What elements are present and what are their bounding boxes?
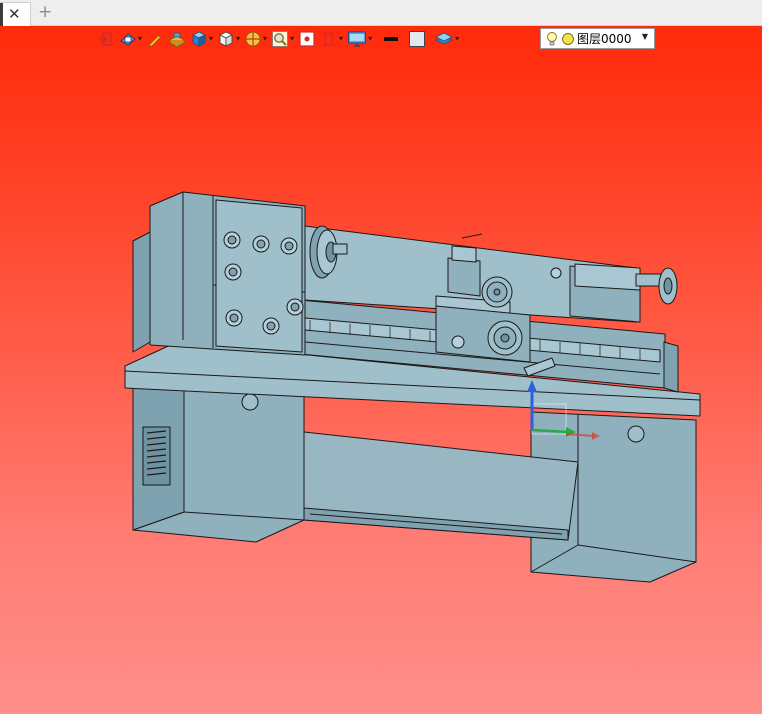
apron-knob	[451, 335, 465, 349]
document-tab[interactable]: ✕	[0, 2, 31, 27]
cross-slide-handwheel	[481, 276, 513, 308]
left-pedestal-knob	[241, 393, 259, 411]
tab-active-marker	[0, 3, 3, 27]
lathe-model[interactable]	[0, 26, 762, 714]
close-icon[interactable]: ✕	[8, 5, 21, 23]
tab-bar: ✕ +	[0, 0, 762, 27]
motor-cover	[132, 231, 151, 353]
tailstock-handwheel	[658, 267, 678, 305]
apron-handwheel	[487, 320, 523, 356]
tool-post	[451, 245, 477, 263]
3d-viewport[interactable]: ▾ ▾ ▾ ▾ ▾ ▾ ▾ ▾ 图层0000 ▼	[0, 26, 762, 714]
new-tab-icon[interactable]: +	[38, 3, 52, 21]
compound-rest	[447, 257, 481, 297]
right-pedestal-knob	[627, 425, 645, 443]
